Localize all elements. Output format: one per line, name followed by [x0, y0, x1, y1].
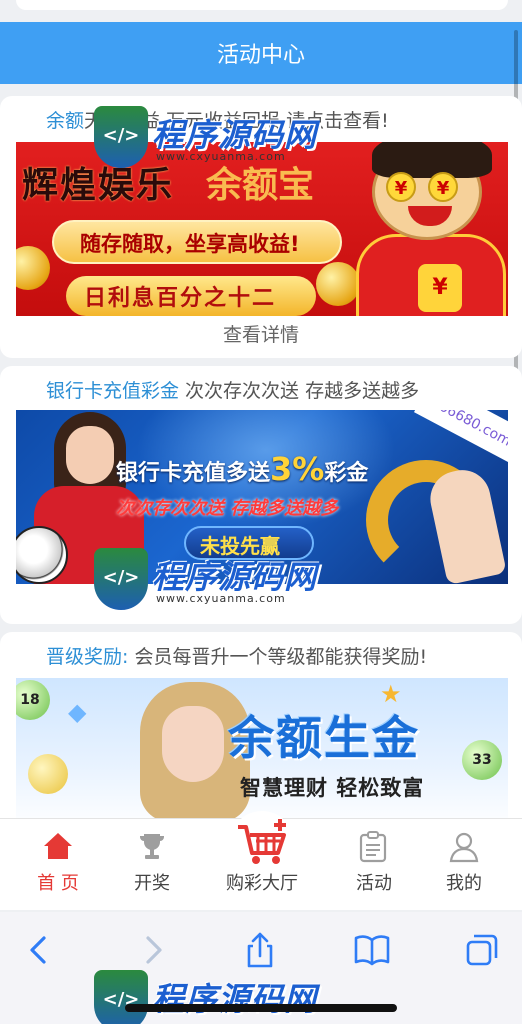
banner-main-text: 银行卡充值多送3%彩金: [116, 450, 368, 488]
tab-label: 我的: [446, 873, 482, 894]
bottom-tab-bar: 首 页 开奖 购彩大厅 活动 我的: [0, 811, 522, 911]
user-icon: [449, 832, 479, 863]
banner-subtitle: 智慧理财 轻松致富: [240, 776, 425, 800]
gold-coin: [316, 262, 360, 306]
watermark: </> 程序源码网: [94, 960, 344, 1024]
page: 活动中心 余额天天收益 万元收益回报 请点击查看! 辉煌娱乐 余额宝 随存随取，…: [0, 0, 522, 1024]
lottery-ball-icon: 33: [462, 740, 502, 780]
page-title: 活动中心: [216, 43, 305, 68]
promo-headline-text: 次次存次次送 存越多送越多: [179, 380, 420, 402]
banner-sub-text: 次次存次次送 存越多送越多: [116, 498, 339, 519]
watermark-logo-icon: </>: [94, 106, 148, 168]
tab-label: 购彩大厅: [226, 873, 298, 894]
lottery-ball-icon: 18: [16, 680, 50, 720]
model-face: [66, 426, 114, 484]
money-bag-icon: ¥: [418, 264, 462, 312]
lottery-ball-icon: [28, 754, 68, 794]
promo-headline-highlight: 余额: [46, 110, 85, 132]
mascot-eye: ¥: [386, 172, 416, 202]
banner-main-prefix: 银行卡充值多送: [116, 461, 271, 486]
tab-lottery-hall[interactable]: 购彩大厅: [210, 811, 314, 911]
cart-icon: [238, 819, 286, 864]
promo-headline-highlight: 银行卡充值彩金: [46, 380, 180, 402]
view-details-link[interactable]: 查看详情: [0, 320, 522, 347]
watermark-url: www.cxyuanma.com: [156, 592, 286, 605]
home-icon: [44, 833, 72, 859]
diamond-icon: ◆: [68, 698, 87, 726]
watermark-title: 程序源码网: [152, 980, 318, 1018]
tab-mine[interactable]: 我的: [412, 819, 516, 911]
tab-label: 首 页: [37, 873, 79, 894]
banner-main-suffix: 彩金: [324, 461, 369, 486]
watermark-logo-icon: </>: [94, 548, 148, 610]
promo-headline-text: 会员每晋升一个等级都能获得奖励!: [128, 646, 428, 668]
trophy-icon: [140, 834, 164, 859]
tab-label: 开奖: [134, 873, 170, 894]
gold-coin: [16, 246, 50, 290]
watermark: </> 程序源码网 www.cxyuanma.com: [94, 538, 344, 628]
watermark-logo-icon: </>: [94, 970, 148, 1024]
watermark-url: www.cxyuanma.com: [156, 150, 286, 163]
page-header: 活动中心: [0, 22, 522, 84]
bookmarks-icon[interactable]: [352, 930, 392, 970]
mascot-hat: [372, 142, 492, 178]
banner-main-percent: 3%: [270, 450, 325, 488]
banner-rate: 日利息百分之十二: [84, 286, 277, 311]
home-indicator[interactable]: [125, 1004, 397, 1012]
watermark: </> 程序源码网 www.cxyuanma.com: [94, 96, 344, 186]
tab-label: 活动: [356, 873, 392, 894]
tab-draw-results[interactable]: 开奖: [100, 819, 204, 911]
promo-headline: 晋级奖励: 会员每晋升一个等级都能获得奖励!: [46, 642, 427, 669]
tab-home[interactable]: 首 页: [6, 819, 110, 911]
back-icon[interactable]: [20, 930, 60, 970]
model-face: [162, 706, 224, 782]
promo-banner-level-reward[interactable]: 18 33 ★ ★ ◆ 余额生金 智慧理财 轻松致富: [16, 678, 508, 828]
promo-headline: 银行卡充值彩金 次次存次次送 存越多送越多: [46, 376, 419, 403]
previous-card-edge: [16, 0, 508, 10]
banner-title: 余额生金: [228, 711, 420, 765]
banner-slogan: 随存随取，坐享高收益!: [80, 232, 300, 256]
promo-headline-highlight: 晋级奖励:: [46, 646, 129, 668]
tabs-icon[interactable]: [462, 930, 502, 970]
tab-activities[interactable]: 活动: [322, 819, 426, 911]
domain-ribbon: 066680.com: [413, 410, 508, 464]
clipboard-icon: [359, 831, 387, 863]
mascot-eye: ¥: [428, 172, 458, 202]
